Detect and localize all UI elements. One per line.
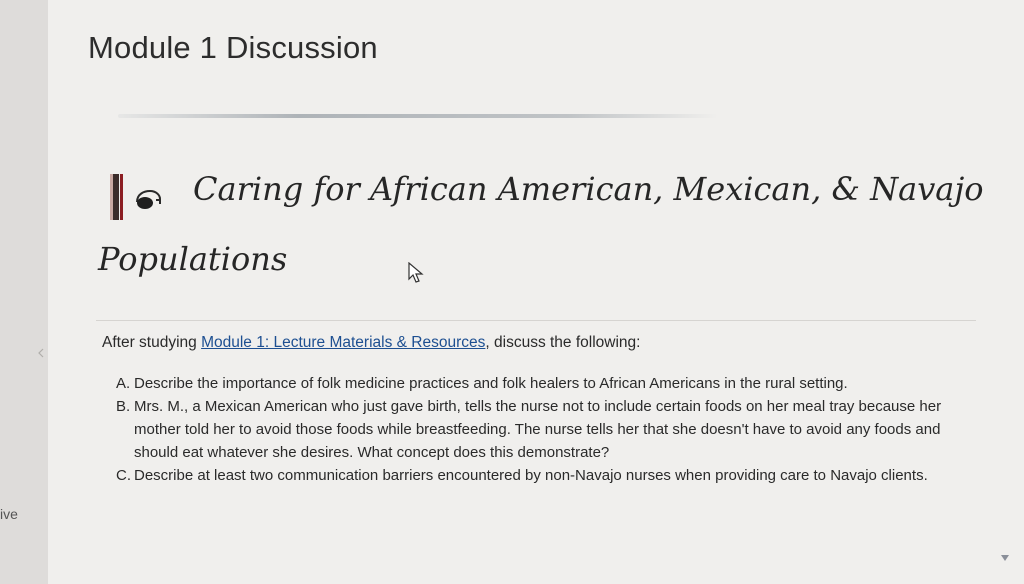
list-item-text: Mrs. M., a Mexican American who just gav… bbox=[134, 398, 942, 461]
heading-accent-bar bbox=[110, 174, 119, 220]
chevron-left-icon[interactable] bbox=[36, 348, 46, 358]
intro-suffix: , discuss the following: bbox=[485, 334, 641, 351]
list-item: B. Mrs. M., a Mexican American who just … bbox=[116, 395, 966, 464]
list-item-letter: B. bbox=[116, 398, 131, 415]
rail-label[interactable]: ive bbox=[0, 506, 18, 522]
heading-line-1: Caring for African American, Mexican, & … bbox=[193, 170, 984, 208]
speech-bubble-icon bbox=[136, 189, 161, 209]
chevron-down-icon[interactable] bbox=[1000, 554, 1010, 562]
intro-paragraph: After studying Module 1: Lecture Materia… bbox=[102, 334, 640, 352]
mouse-pointer-icon bbox=[408, 262, 424, 283]
section-divider bbox=[96, 320, 976, 321]
page-title: Module 1 Discussion bbox=[88, 30, 378, 65]
list-item-text: Describe at least two communication barr… bbox=[134, 467, 928, 484]
list-item-text: Describe the importance of folk medicine… bbox=[134, 375, 848, 392]
list-item-letter: A. bbox=[116, 375, 131, 392]
list-item: C. Describe at least two communication b… bbox=[116, 464, 966, 487]
heading-line-2: Populations bbox=[98, 240, 288, 278]
title-rule bbox=[118, 114, 718, 118]
heading-accent-stripe bbox=[120, 174, 123, 220]
discussion-questions-list: A. Describe the importance of folk medic… bbox=[116, 372, 966, 487]
list-item: A. Describe the importance of folk medic… bbox=[116, 372, 966, 395]
lecture-materials-link[interactable]: Module 1: Lecture Materials & Resources bbox=[201, 334, 485, 351]
list-item-letter: C. bbox=[116, 467, 131, 484]
left-rail: ive bbox=[0, 0, 49, 584]
discussion-content: Module 1 Discussion Caring for African A… bbox=[48, 0, 1024, 584]
intro-prefix: After studying bbox=[102, 334, 202, 351]
